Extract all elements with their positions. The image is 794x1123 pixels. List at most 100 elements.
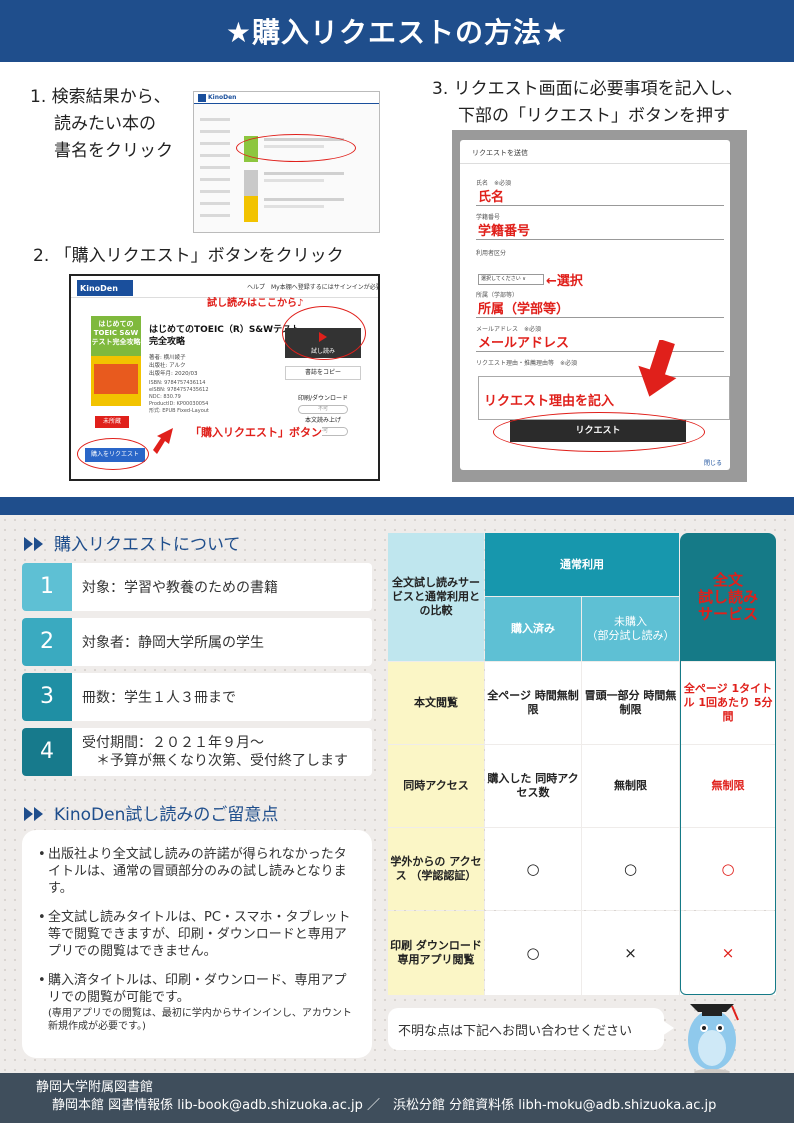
- cell-offcampus-not-purchased: ○: [582, 828, 679, 910]
- search-result-row: [236, 196, 371, 226]
- download-label: 印刷/ダウンロード: [297, 395, 349, 402]
- book-cover-image: はじめてのTOEIC S&Wテスト完全攻略: [91, 316, 141, 406]
- full-preview-header: 全文 試し読み サービス: [680, 533, 776, 661]
- step-3-line-1: 3. リクエスト画面に必要事項を記入し、: [432, 79, 743, 99]
- screenshot-1-header: KinoDen: [194, 92, 379, 104]
- student-id-field-example[interactable]: 学籍番号: [478, 220, 530, 239]
- close-link[interactable]: 閉じる: [704, 458, 722, 467]
- footer-contacts: 静岡本館 図書情報係 lib-book@adb.shizuoka.ac.jp ／…: [52, 1098, 717, 1113]
- triangle-bullet-icon: [34, 807, 43, 821]
- down-arrow-icon: [638, 340, 677, 397]
- title-highlight-circle: [236, 134, 356, 162]
- screenshot-1-logo-text: KinoDen: [208, 94, 237, 101]
- book-meta: 著者: 横川綾子 出版社: アルク 出版年月: 2020/03: [149, 355, 198, 377]
- modal-title: リクエストを送信: [460, 140, 730, 164]
- name-field-example[interactable]: 氏名: [478, 186, 504, 205]
- submit-highlight-circle: [493, 412, 705, 452]
- cell-print-purchased: ○: [485, 911, 581, 995]
- book-cover-text: はじめてのTOEIC S&Wテスト完全攻略: [91, 316, 141, 356]
- about-heading: 購入リクエストについて: [24, 530, 241, 555]
- reason-field-example: リクエスト理由を記入: [484, 394, 615, 409]
- screenshot-1-sidebar: [200, 118, 230, 226]
- cell-offcampus-full: ○: [680, 828, 776, 910]
- search-results-screenshot: KinoDen: [193, 91, 380, 233]
- download-unavailable-button: 不可: [298, 405, 348, 414]
- user-category-select[interactable]: 選択してください ∨: [478, 274, 544, 285]
- row-label-reading: 本文閲覧: [388, 662, 484, 744]
- row-label-offcampus: 学外からの アクセス （学認認証）: [388, 828, 484, 910]
- kinoden-logo: KinoDen: [77, 280, 133, 296]
- item-number: 2: [22, 618, 72, 666]
- unowned-badge: 未所蔵: [95, 416, 129, 428]
- cell-access-not-purchased: 無制限: [582, 745, 679, 827]
- not-purchased-header: 未購入 （部分試し読み）: [582, 597, 679, 661]
- request-modal: リクエストを送信 氏名 ※必須 氏名 学籍番号 学籍番号 利用者区分 選択してく…: [460, 140, 730, 470]
- triangle-bullet-icon: [24, 537, 33, 551]
- page-title: ★購入リクエストの方法★: [225, 16, 569, 49]
- select-note: ←選択: [546, 274, 583, 289]
- note-item: 購入済タイトルは、印刷・ダウンロード、専用アプリでの閲覧が可能です。 (専用アプ…: [38, 972, 356, 1033]
- request-button-note: 「購入リクエスト」ボタン: [190, 424, 322, 440]
- step-2-text: 2. 「購入リクエスト」ボタンをクリック: [33, 246, 344, 266]
- about-item-2: 2 対象者：静岡大学所属の学生: [22, 618, 372, 666]
- item-text: 冊数：学生１人３冊まで: [82, 690, 236, 706]
- triangle-bullet-icon: [24, 807, 33, 821]
- note-small-print: (専用アプリでの閲覧は、最初に学内からサインインし、アカウント新規作成が必要です…: [48, 1008, 352, 1032]
- user-category-label: 利用者区分: [476, 250, 507, 257]
- book-cover-thumbnail: [244, 170, 258, 196]
- book-title: はじめてのTOEIC（R）S&Wテスト 完全攻略: [149, 325, 301, 347]
- cell-reading-purchased: 全ページ 時間無制限: [485, 662, 581, 744]
- cell-reading-not-purchased: 冒頭一部分 時間無制限: [582, 662, 679, 744]
- about-item-4: 4 受付期間：２０２１年９月～ ＊予算が無くなり次第、受付終了します: [22, 728, 372, 776]
- note-item: 出版社より全文試し読みの許諾が得られなかったタイトルは、通常の冒頭部分のみの試し…: [38, 846, 356, 897]
- step-1-line-3: 書名をクリック: [54, 141, 173, 161]
- step-3-line-2: 下部の「リクエスト」ボタンを押す: [458, 106, 730, 126]
- reason-label: リクエスト理由・推薦理由等 ※必須: [476, 360, 578, 367]
- section-divider: [0, 497, 794, 515]
- cell-access-full: 無制限: [680, 745, 776, 827]
- step-1-line-1: 1. 検索結果から、: [30, 87, 171, 107]
- item-number: 3: [22, 673, 72, 721]
- note-item: 全文試し読みタイトルは、PC・スマホ・タブレット等で閲覧できますが、印刷・ダウン…: [38, 909, 356, 960]
- copy-bibliography-button[interactable]: 書誌をコピー: [285, 366, 361, 380]
- screenshot-2-top-links: ヘルプ My本棚へ登録するにはサインインが必要です: [247, 284, 380, 291]
- affiliation-field-example[interactable]: 所属（学部等）: [478, 298, 569, 317]
- item-number: 4: [22, 728, 72, 776]
- cell-print-not-purchased: ×: [582, 911, 679, 995]
- notes-box: 出版社より全文試し読みの許諾が得られなかったタイトルは、通常の冒頭部分のみの試し…: [22, 830, 372, 1058]
- about-item-1: 1 対象：学習や教養のための書籍: [22, 563, 372, 611]
- item-text: 受付期間：２０２１年９月～ ＊予算が無くなり次第、受付終了します: [82, 735, 348, 769]
- row-label-access: 同時アクセス: [388, 745, 484, 827]
- item-text: 対象者：静岡大学所属の学生: [82, 635, 264, 651]
- normal-use-header: 通常利用: [485, 533, 679, 596]
- page-header: ★購入リクエストの方法★: [0, 0, 794, 62]
- cell-offcampus-purchased: ○: [485, 828, 581, 910]
- triangle-bullet-icon: [34, 537, 43, 551]
- pointer-arrow-icon: [153, 428, 173, 454]
- footer: 静岡大学附属図書館 静岡本館 図書情報係 lib-book@adb.shizuo…: [0, 1073, 794, 1123]
- contact-bubble: 不明な点は下記へお問い合わせください: [388, 1008, 664, 1050]
- footer-library-name: 静岡大学附属図書館: [36, 1080, 154, 1095]
- notes-heading: KinoDen試し読みのご留意点: [24, 800, 278, 825]
- book-identifiers: ISBN: 9784757436114 eISBN: 9784757435612…: [149, 380, 209, 414]
- item-text: 対象：学習や教養のための書籍: [82, 580, 278, 596]
- row-label-print: 印刷 ダウンロード 専用アプリ閲覧: [388, 911, 484, 995]
- cell-print-full: ×: [680, 911, 776, 995]
- step-1-line-2: 読みたい本の: [54, 114, 156, 134]
- cell-access-purchased: 購入した 同時アクセス数: [485, 745, 581, 827]
- mascot-icon: [688, 1004, 739, 1075]
- request-highlight-circle: [77, 438, 149, 470]
- request-form-screenshot: リクエストを送信 氏名 ※必須 氏名 学籍番号 学籍番号 利用者区分 選択してく…: [452, 130, 747, 482]
- purchased-header: 購入済み: [485, 597, 581, 661]
- step-1-text: 1. 検索結果から、 読みたい本の 書名をクリック: [30, 84, 195, 165]
- comparison-table: 全文試し読みサービスと通常利用との比較 通常利用 購入済み 未購入 （部分試し読み…: [388, 533, 776, 995]
- step-3-text: 3. リクエスト画面に必要事項を記入し、 下部の「リクエスト」ボタンを押す: [432, 76, 743, 130]
- preview-note: 試し読みはここから♪: [207, 298, 304, 309]
- cell-reading-full: 全ページ 1タイトル 1回あたり 5分間: [680, 662, 776, 744]
- table-corner-header: 全文試し読みサービスと通常利用との比較: [388, 533, 484, 661]
- book-cover-thumbnail: [244, 196, 258, 222]
- email-field-example[interactable]: メールアドレス: [478, 332, 569, 351]
- book-detail-screenshot: KinoDen ヘルプ My本棚へ登録するにはサインインが必要です はじめてのT…: [69, 274, 380, 481]
- preview-highlight-circle: [282, 306, 366, 360]
- item-number: 1: [22, 563, 72, 611]
